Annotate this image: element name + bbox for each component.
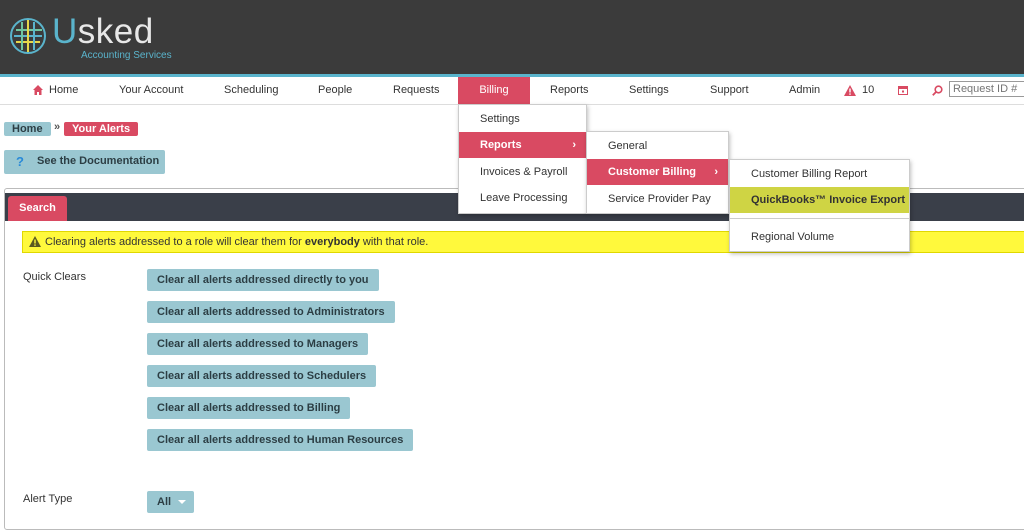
breadcrumb-current: Your Alerts — [64, 122, 139, 136]
warning-icon — [29, 236, 41, 247]
brand-initial: U — [52, 12, 78, 51]
main-nav: Home Your Account Scheduling People Requ… — [0, 77, 1024, 105]
alert-type-value: All — [157, 496, 172, 508]
warning-icon — [844, 84, 856, 96]
question-icon: ? — [16, 154, 24, 169]
documentation-button[interactable]: ? See the Documentation — [4, 150, 165, 174]
clear-administrators-button[interactable]: Clear all alerts addressed to Administra… — [147, 301, 395, 323]
brand-subtitle: Accounting Services — [81, 50, 172, 61]
nav-scheduling[interactable]: Scheduling — [224, 77, 278, 104]
nav-reports[interactable]: Reports — [550, 77, 589, 104]
regional-volume[interactable]: Regional Volume — [730, 224, 909, 250]
billing-menu-reports-label: Reports — [480, 139, 522, 151]
caret-down-icon — [178, 500, 186, 504]
tab-search[interactable]: Search — [8, 196, 67, 221]
reports-submenu-general[interactable]: General — [587, 133, 728, 159]
breadcrumb-separator: » — [54, 121, 61, 133]
quick-clears-label: Quick Clears — [23, 271, 86, 283]
nav-settings[interactable]: Settings — [629, 77, 669, 104]
billing-menu: Settings Reports › Invoices & Payroll Lea… — [458, 104, 587, 214]
logo-icon — [10, 18, 46, 54]
warning-text-bold: everybody — [304, 236, 360, 248]
documentation-label: See the Documentation — [37, 155, 160, 167]
search-icon — [932, 84, 943, 96]
reports-submenu-customer-billing-label: Customer Billing — [608, 166, 697, 178]
billing-menu-settings[interactable]: Settings — [459, 106, 586, 132]
chevron-right-icon: › — [714, 166, 718, 178]
alert-type-label: Alert Type — [23, 493, 73, 505]
nav-admin[interactable]: Admin — [789, 77, 820, 104]
calendar-icon — [898, 86, 908, 96]
customer-billing-report[interactable]: Customer Billing Report — [730, 161, 909, 187]
brand-rest: sked — [77, 12, 154, 51]
warning-text-before: Clearing alerts addressed to a role will… — [45, 236, 305, 248]
customer-billing-submenu: Customer Billing Report QuickBooks™ Invo… — [729, 159, 910, 252]
request-id-input[interactable] — [949, 81, 1024, 97]
nav-requests[interactable]: Requests — [393, 77, 439, 104]
nav-people[interactable]: People — [318, 77, 352, 104]
nav-support[interactable]: Support — [710, 77, 749, 104]
home-icon — [33, 85, 43, 96]
menu-divider — [730, 218, 909, 219]
billing-menu-invoices[interactable]: Invoices & Payroll — [459, 159, 586, 185]
clear-billing-button[interactable]: Clear all alerts addressed to Billing — [147, 397, 351, 419]
billing-menu-leave[interactable]: Leave Processing — [459, 185, 586, 211]
nav-calendar[interactable] — [898, 77, 914, 104]
warning-text: Clearing alerts addressed to a role will… — [45, 232, 428, 252]
nav-home-label: Home — [49, 84, 79, 96]
alert-count: 10 — [862, 84, 875, 96]
clear-human-resources-button[interactable]: Clear all alerts addressed to Human Reso… — [147, 429, 414, 451]
billing-menu-reports[interactable]: Reports › — [459, 132, 586, 158]
nav-home[interactable]: Home — [33, 77, 78, 104]
chevron-right-icon: › — [572, 139, 576, 151]
reports-submenu: General Customer Billing › Service Provid… — [586, 131, 729, 214]
nav-billing[interactable]: Billing — [458, 77, 530, 104]
app-header: Usked Accounting Services — [0, 0, 1024, 74]
reports-submenu-provider-pay[interactable]: Service Provider Pay — [587, 186, 728, 212]
nav-search[interactable] — [932, 77, 949, 104]
brand-name: Usked — [52, 12, 154, 52]
clear-managers-button[interactable]: Clear all alerts addressed to Managers — [147, 333, 369, 355]
alert-type-select[interactable]: All — [147, 491, 194, 513]
nav-alerts[interactable]: 10 — [844, 77, 874, 104]
clear-schedulers-button[interactable]: Clear all alerts addressed to Schedulers — [147, 365, 377, 387]
warning-text-after: with that role. — [359, 236, 429, 248]
nav-your-account[interactable]: Your Account — [119, 77, 183, 104]
quickbooks-invoice-export[interactable]: QuickBooks™ Invoice Export — [730, 187, 909, 213]
clear-direct-button[interactable]: Clear all alerts addressed directly to y… — [147, 269, 379, 291]
breadcrumb-home[interactable]: Home — [4, 122, 51, 136]
reports-submenu-customer-billing[interactable]: Customer Billing › — [587, 159, 728, 185]
